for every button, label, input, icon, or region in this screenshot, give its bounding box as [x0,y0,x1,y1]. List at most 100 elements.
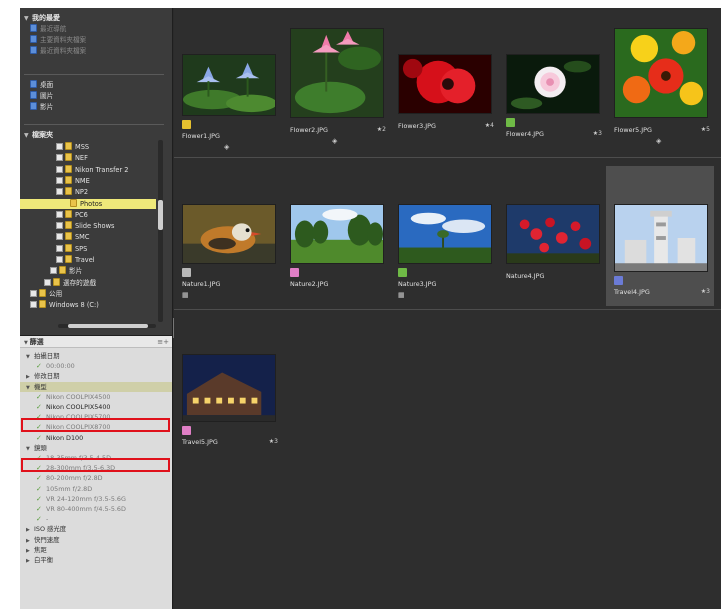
expand-toggle-icon[interactable] [56,165,63,173]
checkmark-icon[interactable]: ✓ [36,514,46,524]
thumbnail-cell[interactable]: Flower3.JPG ★4 [390,16,498,156]
thumbnail-image[interactable] [182,204,276,264]
thumbnail-image[interactable] [290,204,384,264]
expand-toggle-icon[interactable] [30,289,37,297]
filter-option[interactable]: ✓ Nikon D100 [20,433,172,443]
expand-toggle-icon[interactable] [30,301,37,309]
thumbnail-cell[interactable]: Flower4.JPG ★3 [498,16,606,156]
filter-option[interactable]: ✓ 00:00:00 [20,361,172,371]
folder-item[interactable]: 公用 [20,288,62,299]
collapse-arrow-icon[interactable]: ▼ [24,15,32,22]
expand-toggle-icon[interactable] [56,222,63,230]
thumbnail-cell[interactable]: Nature3.JPG ▦ [390,166,498,306]
thumbnail-image[interactable] [614,28,708,118]
folder-item[interactable]: NEF [20,153,88,163]
checkmark-icon[interactable]: ✓ [36,433,46,443]
checkmark-icon[interactable]: ✓ [36,473,46,483]
favorites-item[interactable]: 最近資料夾檔案 [30,46,86,56]
thumbnail-cell[interactable]: Flower2.JPG ★2 ◈ [282,16,390,156]
checkmark-icon[interactable]: ✓ [36,494,46,504]
filter-category[interactable]: ▶ 快門速度 [20,535,172,545]
place-item[interactable]: 圖片 [30,91,53,101]
expand-toggle-icon[interactable] [56,244,63,252]
thumbnail-image[interactable] [398,54,492,114]
folder-item[interactable]: Windows 8 (C:) [20,300,99,310]
thumbnail-image[interactable] [614,204,708,272]
expand-toggle-icon[interactable] [44,278,51,286]
filter-category[interactable]: ▼ 機型 [20,381,172,392]
scrollbar-thumb[interactable] [158,200,163,230]
rating-icon: ★3 [700,288,710,295]
favorites-item[interactable]: 最近導航 [30,24,66,34]
filter-option[interactable]: ✓ VR 24-120mm f/3.5-5.6G [20,494,172,504]
filter-category[interactable]: ▶ 焦距 [20,545,172,555]
checkmark-icon[interactable]: ✓ [36,361,46,371]
thumbnail-cell[interactable]: Nature1.JPG ▦ [174,166,282,306]
filter-panel: ▼ 篩選 ≡+ ▼ 拍攝日期 ✓ 00:00:00 ▶ 修改日期 ▼ 機型 ✓ Nikon COO… [20,335,172,609]
expand-toggle-icon[interactable] [56,210,63,218]
folders-section-header[interactable]: ▼ 檔案夾 [24,130,53,140]
filter-category[interactable]: ▶ 修改日期 [20,371,172,381]
thumbnail-cell[interactable]: Travel5.JPG ★3 [174,316,282,456]
thumbnail-image[interactable] [182,54,276,116]
thumbnail-image[interactable] [506,54,600,114]
favorites-item[interactable]: 主要資料夾檔案 [30,35,86,45]
filter-option[interactable]: ✓ Nikon COOLPIX5400 [20,402,172,412]
folder-tree-hscrollbar[interactable] [58,324,156,328]
folder-item[interactable]: SPS [20,243,87,254]
expand-toggle-icon[interactable] [56,188,63,196]
thumbnail-cell[interactable]: Flower5.JPG ★5 ◈ [606,16,714,156]
folder-item[interactable]: NP2 [20,187,88,197]
thumbnail-image[interactable] [182,354,276,422]
folder-icon [53,277,60,286]
filter-option[interactable]: ✓ 80-200mm f/2.8D [20,473,172,483]
folder-item[interactable]: SMC [20,232,89,242]
thumbnail-image[interactable] [506,204,600,264]
thumbnail-filename: Travel4.JPG [614,288,650,296]
hscrollbar-thumb[interactable] [68,324,148,328]
thumbnail-cell[interactable]: Nature4.JPG [498,166,606,306]
folder-item[interactable]: Nikon Transfer 2 [20,164,128,175]
expand-toggle-icon[interactable] [56,256,63,263]
thumbnail-image[interactable] [290,28,384,118]
filter-option[interactable]: ✓ Nikon COOLPIX4500 [20,392,172,402]
folder-item[interactable]: Slide Shows [20,221,114,231]
checkmark-icon[interactable]: ✓ [36,402,46,412]
filter-category[interactable]: ▶ ISO 感光度 [20,524,172,534]
folder-item[interactable]: MSS [20,142,89,152]
expand-arrow-icon[interactable]: ▶ [26,556,34,566]
filter-option[interactable]: ✓ VR 80-400mm f/4.5-5.6D [20,504,172,514]
expand-toggle-icon[interactable] [56,143,63,150]
filter-options-icon[interactable]: ≡+ [157,336,169,348]
thumbnail-image[interactable] [398,204,492,264]
expand-toggle-icon[interactable] [56,154,63,162]
checkmark-icon[interactable]: ✓ [36,484,46,494]
thumbnail-cell[interactable]: Travel4.JPG ★3 [606,166,714,306]
expand-toggle-icon[interactable] [56,233,63,241]
place-item[interactable]: 桌面 [30,80,53,90]
folder-item-selected[interactable]: Photos [20,198,156,209]
filter-category[interactable]: ▼ 鏡頭 [20,443,172,453]
checkmark-icon[interactable]: ✓ [36,504,46,514]
filter-option[interactable]: ✓ 105mm f/2.8D [20,484,172,494]
filter-option[interactable]: ✓ - [20,514,172,524]
folder-item[interactable]: 影片 [20,266,82,276]
thumbnail-cell[interactable]: Flower1.JPG ◈ [174,16,282,156]
folder-item[interactable]: NME [20,175,90,186]
expand-toggle-icon[interactable] [50,267,57,275]
filter-header[interactable]: ▼ 篩選 ≡+ [20,336,172,348]
filter-category[interactable]: ▼ 拍攝日期 [20,351,172,361]
item-label: ISO 感光度 [34,525,67,534]
search-folder-icon [30,35,37,43]
folder-tree-scrollbar[interactable] [158,140,163,322]
folder-item[interactable]: PC6 [20,209,88,220]
expand-toggle-icon[interactable] [56,176,63,184]
thumbnail-cell[interactable]: Nature2.JPG [282,166,390,306]
collapse-arrow-icon[interactable]: ▼ [24,132,32,139]
checkmark-icon[interactable]: ✓ [36,392,46,402]
folder-item[interactable]: Travel [20,255,95,265]
place-item[interactable]: 影片 [30,102,53,112]
folder-item[interactable]: 選存的遊戲 [20,277,96,288]
filter-category[interactable]: ▶ 白平衡 [20,555,172,566]
favorites-section-header[interactable]: ▼ 我的最愛 [24,13,60,23]
